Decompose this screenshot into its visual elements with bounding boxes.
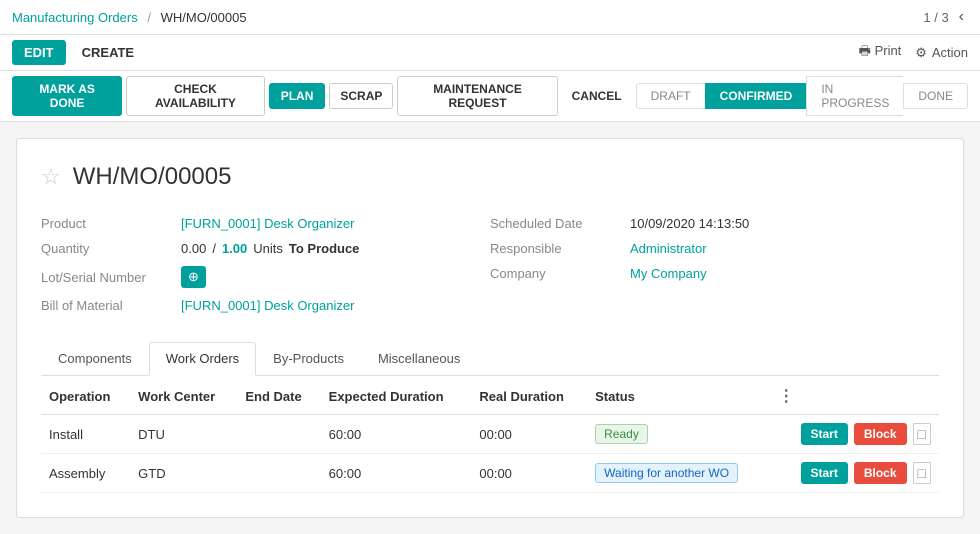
favorite-star-icon[interactable]: ☆ xyxy=(41,164,61,190)
qty-to-produce: To Produce xyxy=(289,241,360,256)
maintenance-request-button[interactable]: MAINTENANCE REQUEST xyxy=(397,76,557,116)
row-work-center: GTD xyxy=(130,454,237,493)
field-responsible: Responsible Administrator xyxy=(490,236,939,261)
lot-serial-button[interactable]: ⊕ xyxy=(181,266,206,288)
status-badge: Waiting for another WO xyxy=(595,463,738,483)
block-button[interactable]: Block xyxy=(854,462,907,484)
field-quantity: Quantity 0.00 / 1.00 Units To Produce xyxy=(41,236,490,261)
status-confirmed[interactable]: CONFIRMED xyxy=(705,83,807,109)
qty-zero: 0.00 xyxy=(181,241,206,256)
print-button[interactable]: 🖶 Print xyxy=(859,42,902,64)
quantity-group: 0.00 / 1.00 Units To Produce xyxy=(181,241,359,256)
row-actions-cell: Start Block □ xyxy=(770,415,939,454)
page-counter: 1 / 3 xyxy=(923,10,948,25)
row-real-duration: 00:00 xyxy=(471,415,587,454)
print-icon: 🖶 xyxy=(859,43,871,58)
record-card: ☆ WH/MO/00005 Product [FURN_0001] Desk O… xyxy=(16,138,964,518)
fields-grid: Product [FURN_0001] Desk Organizer Quant… xyxy=(41,211,939,318)
status-draft[interactable]: DRAFT xyxy=(636,83,705,109)
status-done[interactable]: DONE xyxy=(903,83,968,109)
bom-label: Bill of Material xyxy=(41,298,181,313)
col-expected-duration: Expected Duration xyxy=(321,376,472,415)
row-real-duration: 00:00 xyxy=(471,454,587,493)
gear-icon: ⚙ xyxy=(915,45,927,60)
field-product: Product [FURN_0001] Desk Organizer xyxy=(41,211,490,236)
status-bar: DRAFT CONFIRMED IN PROGRESS DONE xyxy=(636,76,968,116)
qty-units: Units xyxy=(253,241,283,256)
scheduled-date-label: Scheduled Date xyxy=(490,216,630,231)
col-work-center: Work Center xyxy=(130,376,237,415)
company-label: Company xyxy=(490,266,630,281)
col-end-date: End Date xyxy=(237,376,320,415)
main-content: ☆ WH/MO/00005 Product [FURN_0001] Desk O… xyxy=(0,122,980,534)
table-row: Assembly GTD 60:00 00:00 Waiting for ano… xyxy=(41,454,939,493)
breadcrumb-separator: / xyxy=(147,10,151,25)
action-toolbar: MARK AS DONE CHECK AVAILABILITY PLAN SCR… xyxy=(0,71,980,122)
row-end-date xyxy=(237,415,320,454)
scheduled-date-value: 10/09/2020 14:13:50 xyxy=(630,216,749,231)
status-badge: Ready xyxy=(595,424,648,444)
breadcrumb: Manufacturing Orders / WH/MO/00005 xyxy=(12,10,247,25)
row-operation: Install xyxy=(41,415,130,454)
product-value[interactable]: [FURN_0001] Desk Organizer xyxy=(181,216,354,231)
edit-button[interactable]: EDIT xyxy=(12,40,66,65)
plan-button[interactable]: PLAN xyxy=(269,83,326,109)
lot-label: Lot/Serial Number xyxy=(41,270,181,285)
cancel-button[interactable]: CANCEL xyxy=(562,84,632,108)
row-external-link-icon[interactable]: □ xyxy=(913,462,931,484)
row-actions-cell: Start Block □ xyxy=(770,454,939,493)
tabs-container: Components Work Orders By-Products Misce… xyxy=(41,342,939,376)
action-button[interactable]: ⚙ Action xyxy=(915,45,968,61)
mark-done-button[interactable]: MARK AS DONE xyxy=(12,76,122,116)
row-operation: Assembly xyxy=(41,454,130,493)
col-status: Status xyxy=(587,376,770,415)
check-availability-button[interactable]: CHECK AVAILABILITY xyxy=(126,76,265,116)
responsible-label: Responsible xyxy=(490,241,630,256)
record-header: ☆ WH/MO/00005 xyxy=(41,163,939,191)
qty-one: 1.00 xyxy=(222,241,247,256)
work-orders-table: Operation Work Center End Date Expected … xyxy=(41,376,939,493)
tab-miscellaneous[interactable]: Miscellaneous xyxy=(361,342,477,375)
block-button[interactable]: Block xyxy=(854,423,907,445)
field-scheduled-date: Scheduled Date 10/09/2020 14:13:50 xyxy=(490,211,939,236)
start-button[interactable]: Start xyxy=(801,462,848,484)
field-company: Company My Company xyxy=(490,261,939,286)
tab-work-orders[interactable]: Work Orders xyxy=(149,342,256,376)
toolbar-actions: 🖶 Print ⚙ Action xyxy=(859,42,968,64)
tab-components[interactable]: Components xyxy=(41,342,149,375)
col-real-duration: Real Duration xyxy=(471,376,587,415)
breadcrumb-current: WH/MO/00005 xyxy=(161,10,247,25)
scrap-button[interactable]: SCRAP xyxy=(329,83,393,109)
row-work-center: DTU xyxy=(130,415,237,454)
nav-prev-icon[interactable]: ‹ xyxy=(955,6,968,28)
table-row: Install DTU 60:00 00:00 Ready Start Bloc… xyxy=(41,415,939,454)
edit-toolbar: EDIT CREATE 🖶 Print ⚙ Action xyxy=(0,35,980,71)
page-navigation: 1 / 3 ‹ xyxy=(923,6,968,28)
table-menu-icon[interactable]: ⋮ xyxy=(778,388,794,405)
create-button[interactable]: CREATE xyxy=(74,40,142,65)
status-in-progress[interactable]: IN PROGRESS xyxy=(806,76,903,116)
row-expected-duration: 60:00 xyxy=(321,415,472,454)
bom-value[interactable]: [FURN_0001] Desk Organizer xyxy=(181,298,354,313)
responsible-value[interactable]: Administrator xyxy=(630,241,707,256)
company-value[interactable]: My Company xyxy=(630,266,707,281)
row-external-link-icon[interactable]: □ xyxy=(913,423,931,445)
breadcrumb-bar: Manufacturing Orders / WH/MO/00005 1 / 3… xyxy=(0,0,980,35)
field-bom: Bill of Material [FURN_0001] Desk Organi… xyxy=(41,293,490,318)
start-button[interactable]: Start xyxy=(801,423,848,445)
col-actions: ⋮ xyxy=(770,376,939,415)
quantity-label: Quantity xyxy=(41,241,181,256)
row-status: Ready xyxy=(587,415,770,454)
row-status: Waiting for another WO xyxy=(587,454,770,493)
row-expected-duration: 60:00 xyxy=(321,454,472,493)
breadcrumb-parent-link[interactable]: Manufacturing Orders xyxy=(12,10,138,25)
col-operation: Operation xyxy=(41,376,130,415)
product-label: Product xyxy=(41,216,181,231)
row-end-date xyxy=(237,454,320,493)
tab-by-products[interactable]: By-Products xyxy=(256,342,361,375)
record-title: WH/MO/00005 xyxy=(73,163,232,191)
field-lot: Lot/Serial Number ⊕ xyxy=(41,261,490,293)
